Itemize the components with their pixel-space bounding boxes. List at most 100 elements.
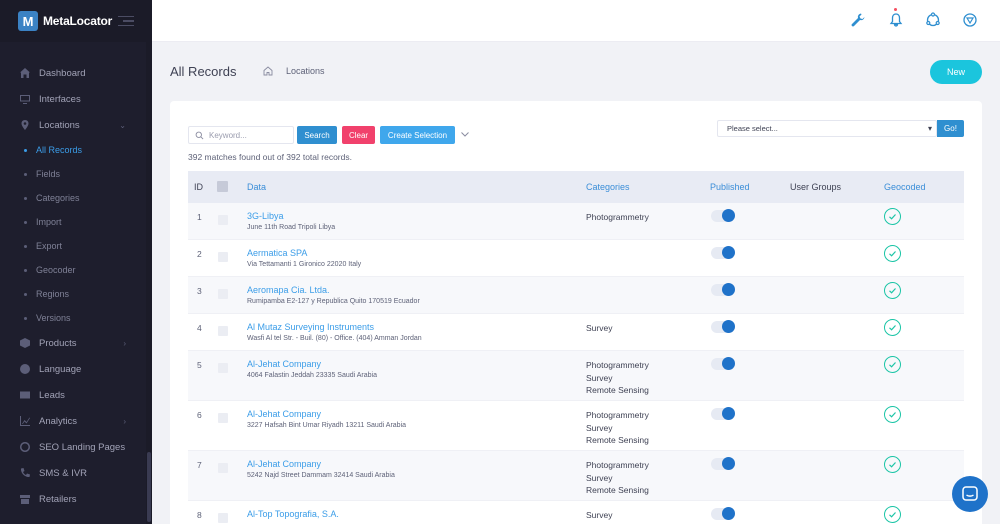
chevron-down-icon: ⌄ [119, 120, 126, 130]
new-record-button[interactable]: New [930, 60, 982, 84]
published-toggle[interactable] [711, 507, 735, 520]
brand-name[interactable]: MetaLocator [43, 14, 112, 28]
sidebar-item-products[interactable]: Products › [0, 330, 152, 356]
location-name-link[interactable]: 3G-Libya [247, 211, 284, 221]
column-header-categories[interactable]: Categories [586, 182, 630, 192]
support-icon[interactable] [925, 12, 941, 28]
location-name-link[interactable]: Al-Jehat Company [247, 409, 321, 419]
user-account-icon[interactable] [962, 12, 978, 28]
toggle-knob [722, 246, 735, 259]
row-checkbox[interactable] [218, 413, 228, 423]
go-button[interactable]: Go! [937, 120, 964, 137]
bulk-action-select[interactable]: Please select... ▾ [717, 120, 937, 137]
chevron-down-icon[interactable] [460, 129, 470, 139]
geocoded-check-icon [884, 282, 901, 299]
row-checkbox[interactable] [218, 463, 228, 473]
select-all-checkbox[interactable] [217, 181, 228, 192]
results-summary: 392 matches found out of 392 total recor… [188, 152, 352, 162]
toggle-knob [722, 457, 735, 470]
create-selection-button[interactable]: Create Selection [380, 126, 455, 144]
published-toggle[interactable] [711, 407, 735, 420]
location-name-link[interactable]: Al-Jehat Company [247, 459, 321, 469]
sidebar-toggle-icon[interactable] [118, 15, 134, 27]
breadcrumb[interactable]: Locations [286, 66, 325, 76]
sidebar-item-dashboard[interactable]: Dashboard [0, 60, 152, 86]
sidebar-item-language[interactable]: Language [0, 356, 152, 382]
sidebar-subitem-label: Fields [36, 169, 61, 179]
sidebar-item-seo-landing-pages[interactable]: SEO Landing Pages [0, 434, 152, 460]
row-id: 2 [197, 249, 202, 259]
sidebar-subitem-import[interactable]: Import [0, 210, 152, 234]
chevron-right-icon: › [123, 338, 126, 348]
location-categories: Photogrammetry Survey Remote Sensing [586, 409, 649, 447]
published-toggle[interactable] [711, 357, 735, 370]
sidebar-item-label: SEO Landing Pages [39, 441, 126, 453]
metalocator-logo[interactable]: M [18, 11, 38, 31]
published-toggle[interactable] [711, 246, 735, 259]
sidebar-subitem-geocoder[interactable]: Geocoder [0, 258, 152, 282]
sidebar-item-interfaces[interactable]: Interfaces [0, 86, 152, 112]
bullet-icon [24, 292, 27, 296]
column-header-geocoded[interactable]: Geocoded [884, 182, 926, 192]
sidebar-scrollbar-thumb[interactable] [147, 452, 151, 522]
category-label: Survey [586, 472, 613, 483]
row-checkbox[interactable] [218, 363, 228, 373]
sidebar-item-analytics[interactable]: Analytics › [0, 408, 152, 434]
published-toggle[interactable] [711, 209, 735, 222]
geocoded-check-icon [884, 245, 901, 262]
published-toggle[interactable] [711, 283, 735, 296]
published-toggle[interactable] [711, 320, 735, 333]
geocoded-check-icon [884, 506, 901, 523]
bullet-icon [24, 196, 27, 200]
bell-icon[interactable] [888, 8, 904, 28]
sidebar-item-label: Language [39, 363, 82, 375]
table-row: 8 Al-Top Topografia, S.A. Survey [188, 501, 964, 524]
row-checkbox[interactable] [218, 289, 228, 299]
row-checkbox[interactable] [218, 215, 228, 225]
records-card: Search Clear Create Selection Please sel… [170, 101, 982, 524]
location-name-link[interactable]: Al-Top Topografia, S.A. [247, 509, 339, 519]
sidebar-subitem-all-records[interactable]: All Records [0, 138, 152, 162]
location-name-link[interactable]: Aermatica SPA [247, 248, 307, 258]
bullet-icon [24, 148, 27, 152]
store-icon [18, 494, 31, 505]
breadcrumb-home-icon[interactable] [263, 66, 273, 76]
sidebar-subitem-export[interactable]: Export [0, 234, 152, 258]
location-name-link[interactable]: Aeromapa Cia. Ltda. [247, 285, 330, 295]
sidebar-item-retailers[interactable]: Retailers [0, 486, 152, 512]
row-id: 5 [197, 360, 202, 370]
row-checkbox[interactable] [218, 513, 228, 523]
sidebar-item-locations[interactable]: Locations ⌄ [0, 112, 152, 138]
chat-launcher-button[interactable] [952, 476, 988, 512]
column-header-user-groups: User Groups [790, 182, 842, 192]
sidebar-item-leads[interactable]: Leads [0, 382, 152, 408]
row-checkbox[interactable] [218, 252, 228, 262]
location-name-link[interactable]: Al-Jehat Company [247, 359, 321, 369]
phone-icon [18, 468, 31, 479]
location-address: Via Tettamanti 1 Gironico 22020 Italy [247, 261, 362, 268]
chat-icon [962, 486, 978, 501]
sidebar-item-sms-ivr[interactable]: SMS & IVR [0, 460, 152, 486]
geocoded-check-icon [884, 356, 901, 373]
category-label: Photogrammetry [586, 410, 649, 420]
published-toggle[interactable] [711, 457, 735, 470]
sidebar-subitem-label: All Records [36, 145, 83, 155]
chart-icon [18, 416, 31, 427]
column-header-data[interactable]: Data [247, 182, 266, 192]
location-address: 3227 Hafsah Bint Umar Riyadh 13211 Saudi… [247, 422, 407, 429]
column-header-published[interactable]: Published [710, 182, 750, 192]
sidebar-subitem-fields[interactable]: Fields [0, 162, 152, 186]
location-name-link[interactable]: Al Mutaz Surveying Instruments [247, 322, 374, 332]
wrench-icon[interactable] [850, 12, 866, 28]
sidebar-subitem-categories[interactable]: Categories [0, 186, 152, 210]
bullet-icon [24, 316, 27, 320]
search-button[interactable]: Search [297, 126, 337, 144]
clear-button[interactable]: Clear [342, 126, 375, 144]
row-checkbox[interactable] [218, 326, 228, 336]
sidebar-subitem-regions[interactable]: Regions [0, 282, 152, 306]
category-label: Photogrammetry [586, 460, 649, 470]
column-header-id[interactable]: ID [194, 182, 203, 192]
keyword-input[interactable] [209, 130, 289, 140]
sidebar-subitem-versions[interactable]: Versions [0, 306, 152, 330]
location-address: 5242 Najd Street Dammam 32414 Saudi Arab… [247, 472, 395, 479]
